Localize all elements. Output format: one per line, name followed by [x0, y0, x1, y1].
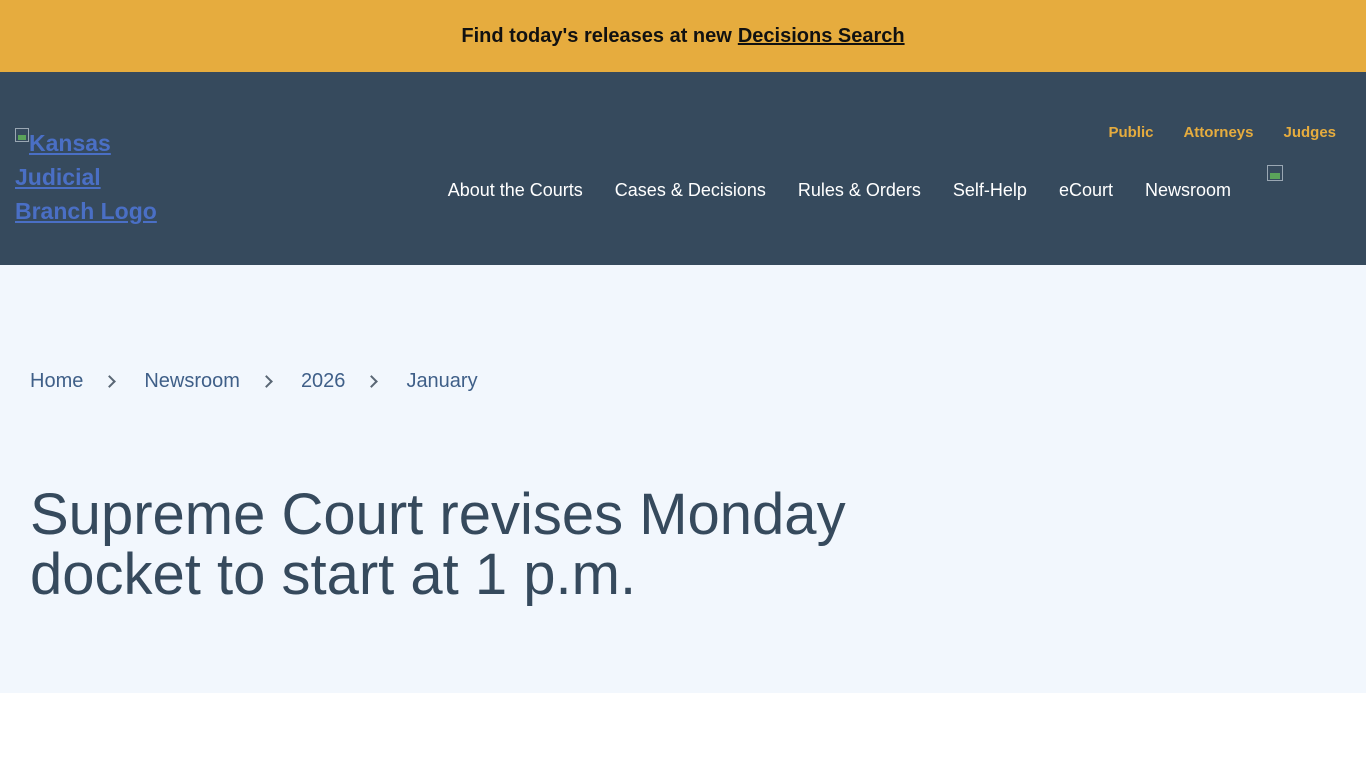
audience-link-judges[interactable]: Judges — [1283, 124, 1336, 141]
decisions-search-link[interactable]: Decisions Search — [738, 25, 905, 48]
broken-image-icon — [1267, 165, 1283, 181]
audience-link-attorneys[interactable]: Attorneys — [1183, 124, 1253, 141]
nav-ecourt[interactable]: eCourt — [1059, 180, 1113, 201]
chevron-right-icon — [260, 375, 273, 388]
announcement-banner: Find today's releases at new Decisions S… — [0, 0, 1366, 72]
banner-text: Find today's releases at new — [461, 24, 732, 47]
breadcrumb-january[interactable]: January — [406, 370, 477, 393]
site-header: Kansas Judicial Branch Logo Public Attor… — [0, 72, 1366, 265]
main-nav: About the Courts Cases & Decisions Rules… — [448, 180, 1231, 201]
chevron-right-icon — [103, 375, 117, 388]
audience-nav: Public Attorneys Judges — [1108, 124, 1336, 141]
broken-image-icon — [15, 128, 29, 142]
page-hero: Home Newsroom 2026 January Supreme Court… — [0, 265, 1366, 693]
nav-newsroom[interactable]: Newsroom — [1145, 180, 1231, 201]
nav-cases-decisions[interactable]: Cases & Decisions — [615, 180, 766, 201]
breadcrumb-home[interactable]: Home — [30, 370, 83, 393]
nav-about-the-courts[interactable]: About the Courts — [448, 180, 583, 201]
site-logo[interactable]: Kansas Judicial Branch Logo — [15, 126, 185, 228]
audience-link-public[interactable]: Public — [1108, 124, 1153, 141]
nav-rules-orders[interactable]: Rules & Orders — [798, 180, 921, 201]
page-title: Supreme Court revises Monday docket to s… — [30, 482, 846, 607]
breadcrumb-newsroom[interactable]: Newsroom — [144, 370, 240, 393]
chevron-right-icon — [365, 375, 379, 388]
nav-self-help[interactable]: Self-Help — [953, 180, 1027, 201]
search-toggle-button[interactable] — [1267, 165, 1333, 189]
breadcrumb: Home Newsroom 2026 January — [30, 370, 478, 393]
breadcrumb-2026[interactable]: 2026 — [301, 370, 346, 393]
logo-alt-text: Kansas Judicial Branch Logo — [15, 130, 157, 224]
